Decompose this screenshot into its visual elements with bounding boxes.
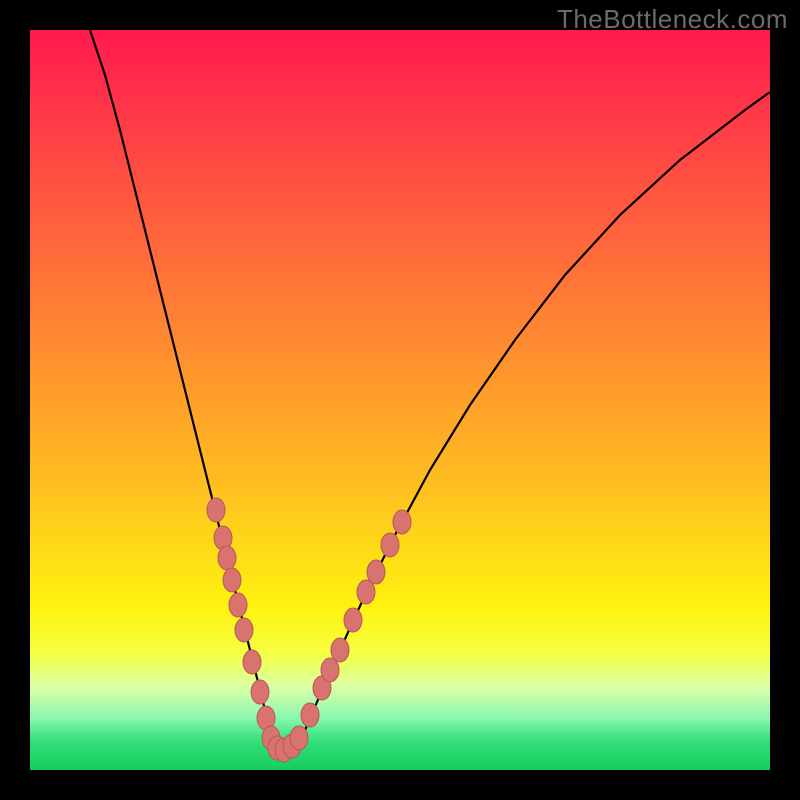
curve-layer (90, 30, 770, 750)
data-point (331, 638, 349, 662)
chart-frame: TheBottleneck.com (0, 0, 800, 800)
data-point (251, 680, 269, 704)
data-point (357, 580, 375, 604)
plot-area (30, 30, 770, 770)
bottleneck-curve (90, 30, 770, 750)
marker-layer (207, 498, 411, 762)
data-point (290, 726, 308, 750)
data-point (344, 608, 362, 632)
data-point (229, 593, 247, 617)
data-point (301, 703, 319, 727)
data-point (243, 650, 261, 674)
data-point (381, 533, 399, 557)
data-point (321, 658, 339, 682)
data-point (235, 618, 253, 642)
data-point (367, 560, 385, 584)
watermark-text: TheBottleneck.com (557, 4, 788, 35)
data-point (207, 498, 225, 522)
data-point (223, 568, 241, 592)
chart-svg (30, 30, 770, 770)
data-point (393, 510, 411, 534)
data-point (218, 546, 236, 570)
